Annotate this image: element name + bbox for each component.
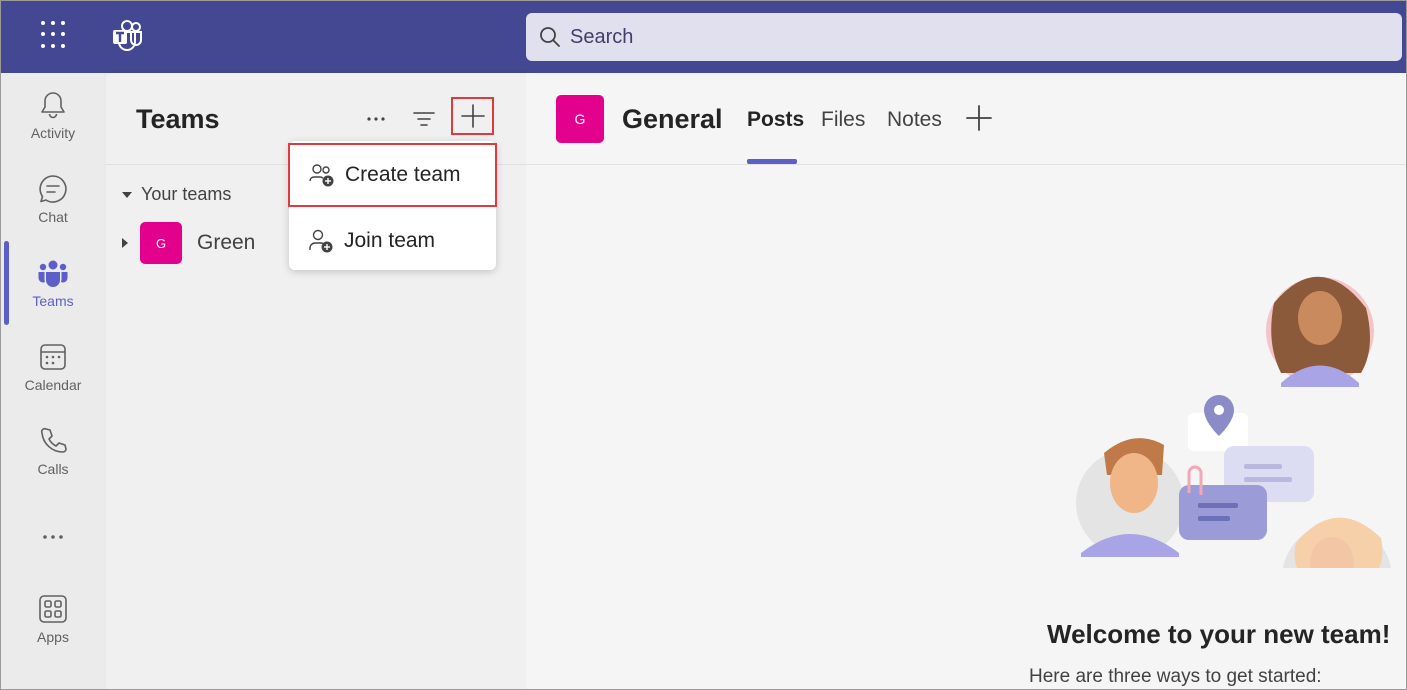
rail-label-activity: Activity: [30, 125, 76, 141]
teams-logo-icon: [113, 20, 142, 51]
more-options-button[interactable]: [356, 101, 396, 137]
rail-item-chat[interactable]: Chat: [0, 157, 106, 237]
panel-title: Teams: [136, 104, 220, 134]
phone-icon: [40, 427, 67, 453]
search-icon: [540, 27, 560, 47]
chat-icon: [39, 175, 67, 203]
rail-label-chat: Chat: [38, 209, 68, 225]
channel-header: G General Posts Files Notes: [526, 73, 1407, 165]
search-box[interactable]: [526, 13, 1402, 61]
create-team-label: Create team: [345, 163, 461, 186]
welcome-title: Welcome to your new team!: [1047, 619, 1391, 649]
team-list-item[interactable]: G Green: [122, 221, 255, 265]
create-team-menu-item[interactable]: Create team: [288, 143, 497, 207]
teams-icon: [38, 260, 68, 287]
channel-name: General: [622, 104, 723, 134]
top-bar: [0, 0, 1407, 73]
rail-label-calendar: Calendar: [24, 377, 82, 393]
bell-icon: [41, 92, 65, 119]
rail-item-teams[interactable]: Teams: [0, 241, 106, 321]
people-add-icon: [309, 164, 334, 187]
calendar-icon: [40, 344, 66, 370]
app-rail: Activity Chat Teams Calendar Calls Apps: [0, 73, 106, 690]
filter-button[interactable]: [404, 101, 444, 137]
team-avatar: G: [140, 222, 182, 264]
rail-label-calls: Calls: [37, 461, 69, 477]
rail-item-more[interactable]: [0, 503, 106, 583]
tab-notes[interactable]: Notes: [887, 108, 942, 132]
caret-right-icon[interactable]: [122, 238, 128, 248]
rail-active-indicator: [4, 241, 9, 325]
your-teams-label: Your teams: [141, 184, 232, 204]
your-teams-section-toggle[interactable]: Your teams: [122, 184, 231, 205]
join-team-menu-item[interactable]: Join team: [289, 210, 496, 272]
search-input[interactable]: [570, 25, 1370, 49]
filter-icon: [413, 112, 435, 126]
more-icon: [43, 535, 63, 539]
add-tab-icon[interactable]: [964, 103, 994, 133]
apps-icon: [39, 595, 67, 623]
join-create-menu: Create team Join team: [288, 141, 497, 272]
app-launcher-icon[interactable]: [41, 21, 69, 49]
rail-item-calendar[interactable]: Calendar: [0, 325, 106, 405]
welcome-subtitle: Here are three ways to get started:: [1029, 666, 1322, 687]
channel-team-avatar: G: [556, 95, 604, 143]
rail-label-teams: Teams: [32, 293, 74, 309]
welcome-illustration: [1076, 276, 1392, 568]
more-icon: [367, 117, 385, 121]
channel-main: G General Posts Files Notes Welcome to y…: [526, 73, 1407, 690]
rail-item-activity[interactable]: Activity: [0, 73, 106, 153]
rail-item-apps[interactable]: Apps: [0, 577, 106, 657]
rail-item-calls[interactable]: Calls: [0, 409, 106, 489]
team-name: Green: [197, 231, 256, 254]
active-tab-indicator: [747, 159, 797, 164]
person-add-icon: [309, 229, 333, 253]
tab-files[interactable]: Files: [821, 108, 865, 132]
join-team-label: Join team: [344, 229, 436, 252]
caret-down-icon: [122, 191, 132, 198]
plus-icon: [460, 104, 485, 128]
join-or-create-team-button[interactable]: [451, 97, 494, 135]
rail-label-apps: Apps: [37, 629, 69, 645]
tab-posts[interactable]: Posts: [747, 108, 804, 132]
